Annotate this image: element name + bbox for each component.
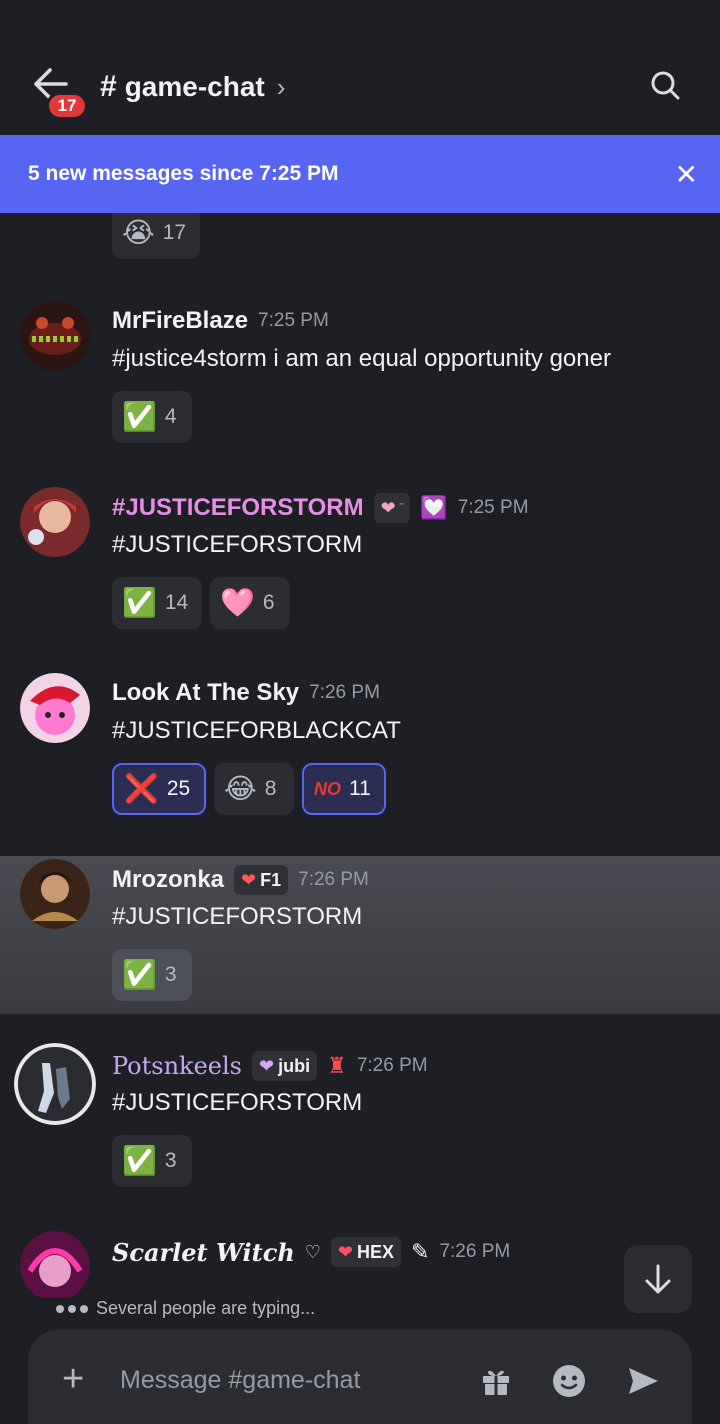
reaction-count: 4 (164, 405, 177, 428)
server-tag[interactable]: ❤ F1 (234, 865, 289, 895)
channel-header: 17 # game-chat › (0, 0, 720, 135)
close-icon[interactable]: ✕ (675, 158, 698, 191)
username[interactable]: Look At The Sky (112, 679, 299, 707)
message-input[interactable]: Message #game-chat (120, 1366, 360, 1395)
channel-title[interactable]: # game-chat › (100, 70, 285, 104)
new-messages-text: 5 new messages since 7:25 PM (28, 162, 339, 185)
avatar[interactable] (20, 301, 90, 371)
reaction-chip[interactable]: 😭 17 (112, 213, 200, 259)
avatar[interactable] (20, 1231, 90, 1298)
tag-label: HEX (357, 1241, 395, 1262)
username[interactable]: Potsnkeels (112, 1052, 242, 1080)
avatar[interactable] (20, 859, 90, 929)
message-text: #JUSTICEFORSTORM (112, 903, 363, 930)
reaction-chip[interactable]: NO 11 (302, 763, 386, 815)
new-messages-banner[interactable]: 5 new messages since 7:25 PM ✕ (0, 135, 720, 213)
message-feed[interactable]: 😭 17 MrFireBlaze 7:25 PM #justice4storm … (0, 213, 720, 1298)
message-header: Potsnkeels ❤ jubi ♜ 7:26 PM (112, 1051, 428, 1081)
role-icon: ♜ (327, 1053, 347, 1078)
emoji-icon[interactable] (552, 1364, 586, 1398)
username[interactable]: Mrozonka (112, 866, 224, 894)
avatar[interactable] (20, 673, 90, 743)
arrow-down-icon (645, 1264, 671, 1294)
reaction-count: 6 (262, 591, 275, 614)
reaction-emoji: 🩷 (220, 587, 255, 618)
timestamp: 7:26 PM (439, 1241, 511, 1262)
reaction-chip[interactable]: ✅ 4 (112, 391, 192, 443)
avatar[interactable] (14, 1043, 96, 1125)
message-header: Mrozonka ❤ F1 7:26 PM (112, 865, 369, 895)
heart-icon: ❤ (241, 869, 257, 890)
typing-text: Several people are typing... (96, 1298, 316, 1318)
reaction-emoji: ✅ (122, 959, 157, 990)
hash-icon: # (100, 70, 117, 103)
server-tag[interactable]: ❤ jubi (251, 1051, 318, 1081)
timestamp: 7:25 PM (457, 497, 529, 518)
message-header: MrFireBlaze 7:25 PM (112, 307, 329, 335)
username[interactable]: MrFireBlaze (112, 307, 248, 335)
reaction-emoji: 😂 (224, 773, 257, 804)
message-text: #JUSTICEFORSTORM (112, 1089, 363, 1116)
heart-icon: ❤ (380, 497, 396, 518)
send-icon[interactable] (626, 1364, 660, 1398)
plus-icon[interactable]: + (62, 1360, 84, 1398)
timestamp: 7:26 PM (356, 1055, 428, 1076)
tag-dots-icon: ¨ (399, 502, 404, 514)
reaction-chip[interactable]: ✅ 3 (112, 1135, 192, 1187)
message-header: Scarlet Witch ♡ ❤ HEX ✎ 7:26 PM (112, 1237, 510, 1267)
reaction-count: 14 (164, 591, 189, 614)
reaction-emoji: ❌ (124, 773, 159, 804)
server-tag[interactable]: ❤ HEX (330, 1237, 402, 1267)
reaction-count: 25 (166, 777, 191, 800)
role-icon: ✎ (411, 1239, 430, 1264)
reaction-emoji: ✅ (122, 587, 157, 618)
reaction-chip[interactable]: ❌ 25 (112, 763, 206, 815)
username[interactable]: Scarlet Witch (112, 1238, 295, 1267)
message-text: #JUSTICEFORBLACKCAT (112, 717, 401, 744)
reaction-emoji: NO (314, 778, 341, 799)
reaction-count: 11 (349, 777, 371, 800)
reaction-count: 3 (164, 963, 177, 986)
message-text: #JUSTICEFORSTORM (112, 531, 363, 558)
message-header: Look At The Sky 7:26 PM (112, 679, 380, 707)
reaction-chip[interactable]: 🩷 6 (210, 577, 290, 629)
reaction-emoji: 😭 (122, 217, 155, 248)
crown-icon: ♡ (304, 1241, 321, 1262)
username[interactable]: #JUSTICEFORSTORM (112, 494, 364, 522)
timestamp: 7:25 PM (258, 310, 329, 331)
sparkle-heart-icon: 💟 (420, 495, 448, 520)
heart-icon: ❤ (258, 1055, 275, 1076)
message-header: #JUSTICEFORSTORM ❤ ¨ 💟 7:25 PM (112, 493, 529, 523)
server-tag[interactable]: ❤ ¨ (373, 493, 411, 523)
gift-icon[interactable] (480, 1366, 512, 1396)
search-icon[interactable] (650, 70, 680, 100)
avatar[interactable] (20, 487, 90, 557)
timestamp: 7:26 PM (298, 869, 369, 890)
reaction-chip[interactable]: ✅ 14 (112, 577, 202, 629)
timestamp: 7:26 PM (309, 682, 380, 703)
chevron-right-icon: › (276, 71, 286, 102)
typing-indicator: Several people are typing... (56, 1298, 315, 1319)
reaction-emoji: ✅ (122, 401, 157, 432)
channel-name: game-chat (124, 71, 265, 102)
message-composer: + Message #game-chat (28, 1330, 692, 1424)
message-text: #justice4storm i am an equal opportunity… (112, 345, 611, 372)
reaction-count: 8 (264, 777, 277, 800)
reaction-count: 17 (162, 221, 187, 244)
reaction-count: 3 (164, 1149, 177, 1172)
reaction-chip[interactable]: ✅ 3 (112, 949, 192, 1001)
heart-icon: ❤ (337, 1241, 353, 1262)
jump-to-bottom-button[interactable] (624, 1245, 692, 1313)
typing-dots-icon (56, 1304, 88, 1313)
tag-label: F1 (260, 869, 282, 890)
unread-badge: 17 (46, 92, 88, 120)
tag-label: jubi (278, 1055, 311, 1076)
reaction-chip[interactable]: 😂 8 (214, 763, 294, 815)
reaction-emoji: ✅ (122, 1145, 157, 1176)
